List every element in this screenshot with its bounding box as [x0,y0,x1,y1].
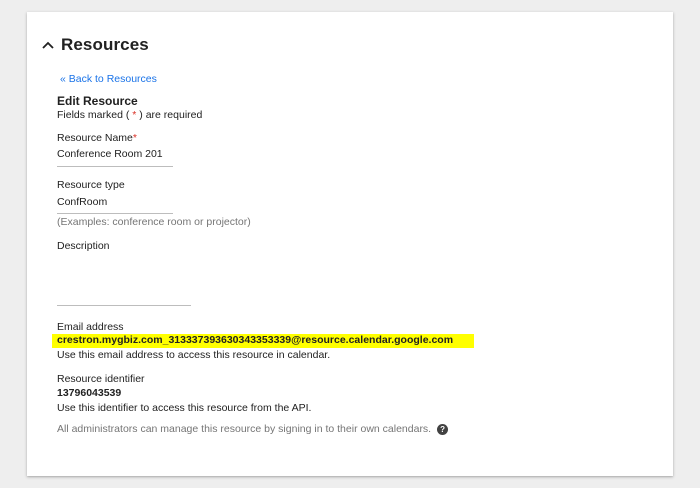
email-label: Email address [57,321,124,333]
required-note-prefix: Fields marked ( [57,109,133,121]
help-circle-icon[interactable]: ? [437,423,449,435]
description-textarea[interactable] [57,258,191,304]
description-label: Description [57,240,110,252]
identifier-hint: Use this identifier to access this resou… [57,402,312,414]
identifier-label: Resource identifier [57,373,145,385]
resource-type-hint: (Examples: conference room or projector) [57,216,251,228]
resource-type-input[interactable]: ConfRoom [57,196,107,208]
required-note-suffix: ) are required [136,109,203,121]
chevron-up-icon[interactable] [41,38,55,52]
resource-name-underline [57,166,173,167]
edit-resource-title: Edit Resource [57,94,138,108]
admin-note-text: All administrators can manage this resou… [57,423,432,435]
card-title: Resources [61,35,149,54]
card-header: Resources [41,34,149,56]
email-value: crestron.mygbiz.com_31333739363034335333… [57,334,454,346]
back-to-resources-link[interactable]: « Back to Resources [60,73,157,85]
resource-name-input[interactable]: Conference Room 201 [57,148,163,160]
resource-type-underline [57,213,173,214]
resource-name-label-text: Resource Name [57,132,133,144]
resource-type-label: Resource type [57,179,125,191]
description-underline [57,305,191,306]
email-hint: Use this email address to access this re… [57,349,331,361]
resource-name-required-marker: * [132,132,137,144]
required-fields-note: Fields marked ( * ) are required [57,109,202,121]
admin-note: All administrators can manage this resou… [57,423,449,435]
resources-card: Resources « Back to Resources Edit Resou… [27,12,673,476]
identifier-value: 13796043539 [57,387,122,399]
resource-name-label: Resource Name* [57,132,137,144]
